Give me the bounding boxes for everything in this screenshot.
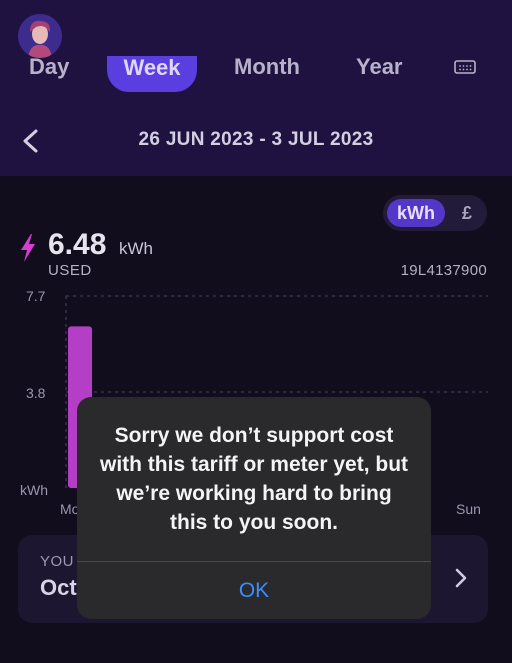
y-axis-unit-label: kWh: [20, 482, 48, 498]
ok-button[interactable]: OK: [77, 562, 431, 619]
card-label: YOU: [40, 553, 75, 570]
tab-year[interactable]: Year: [356, 54, 403, 80]
calendar-icon[interactable]: [454, 60, 476, 74]
tab-month[interactable]: Month: [234, 54, 300, 80]
alert-dialog: Sorry we don’t support cost with this ta…: [77, 397, 431, 619]
unit-toggle[interactable]: kWh £: [383, 195, 487, 231]
header: Day Week Month Year 26 JUN 2023 - 3 JUL …: [0, 0, 512, 176]
unit-kwh-button[interactable]: kWh: [387, 199, 445, 227]
dialog-message: Sorry we don’t support cost with this ta…: [99, 424, 409, 534]
usage-unit: kWh: [119, 239, 153, 258]
ytick-label-top: 7.7: [26, 288, 46, 304]
meter-id: 19L4137900: [400, 262, 487, 279]
date-range: 26 JUN 2023 - 3 JUL 2023: [138, 129, 374, 150]
avatar-icon: [18, 14, 62, 58]
avatar[interactable]: [18, 14, 62, 58]
ytick-label-mid: 3.8: [26, 385, 46, 401]
used-label: USED: [48, 262, 92, 279]
usage-value: 6.48: [48, 228, 107, 261]
card-value: Oct: [40, 575, 77, 600]
period-tabs: Day Week Month Year: [0, 54, 512, 94]
tab-week[interactable]: Week: [107, 56, 197, 92]
chevron-right-icon: [455, 568, 467, 588]
xtick-label-last: Sun: [456, 501, 481, 517]
tab-day[interactable]: Day: [29, 54, 69, 80]
unit-gbp-button[interactable]: £: [455, 199, 479, 227]
lightning-bolt-icon: [21, 234, 35, 262]
